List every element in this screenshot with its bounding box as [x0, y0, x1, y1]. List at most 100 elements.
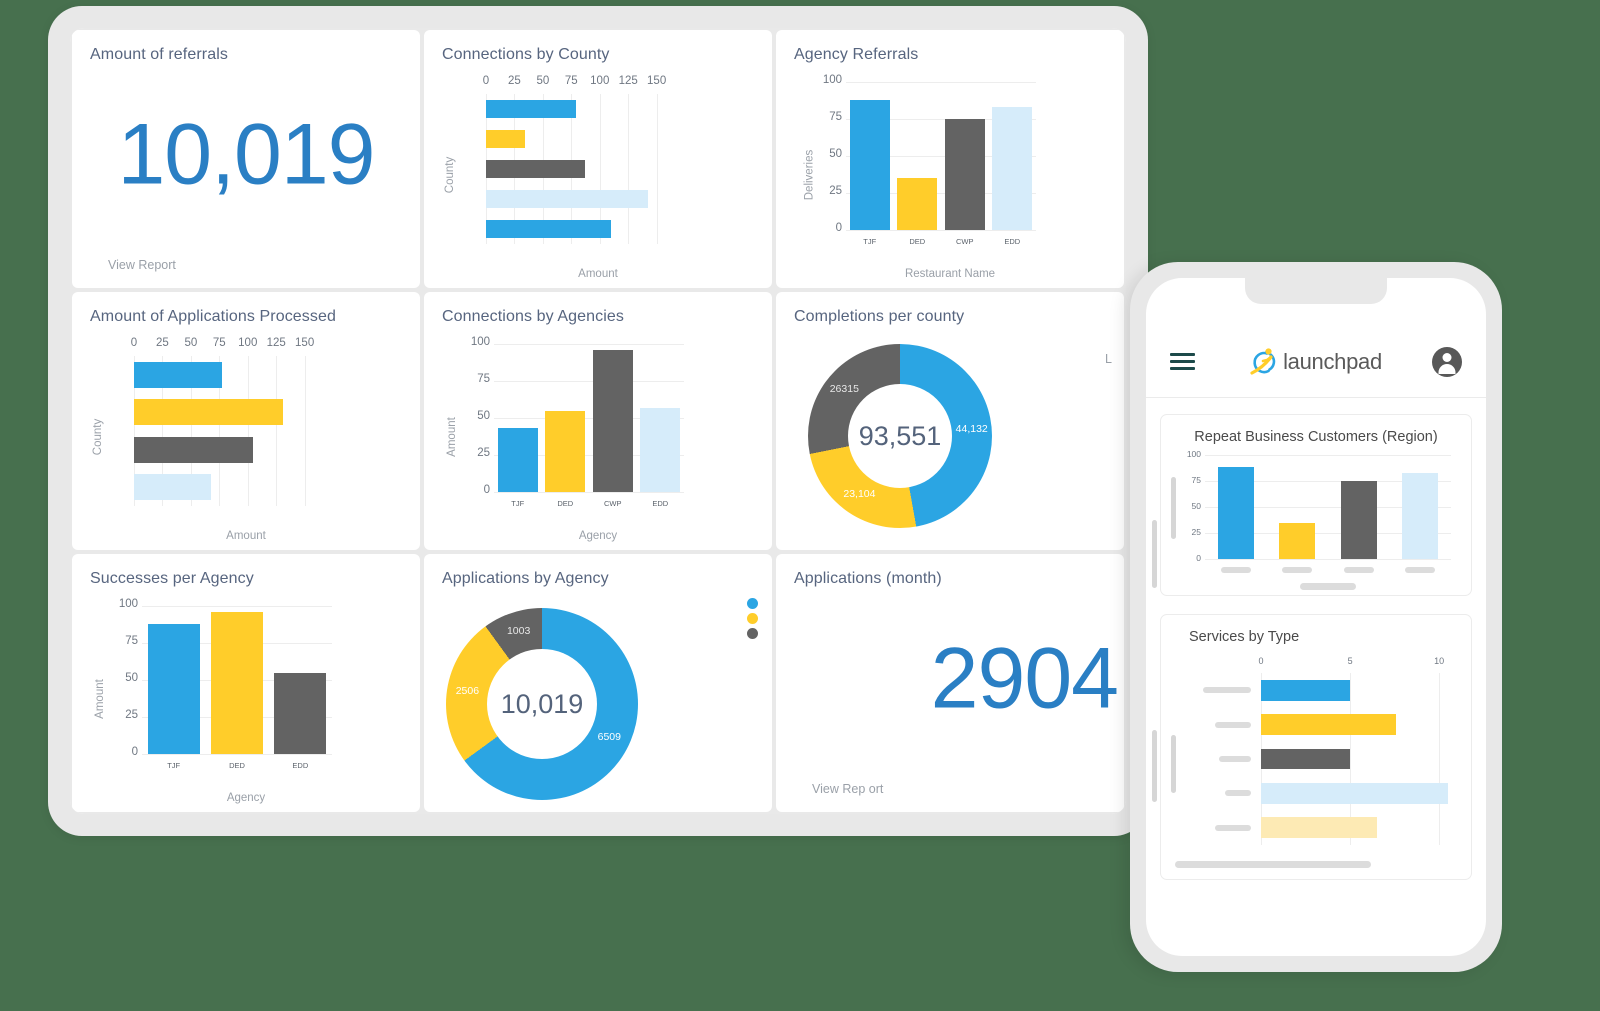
x-axis-label: Agency	[226, 792, 266, 804]
desktop-device-frame: Amount of referrals 10,019 View Report C…	[48, 6, 1148, 836]
x-axis-label: Amount	[578, 268, 618, 280]
card-title: Applications (month)	[794, 570, 942, 587]
axis-tick-label: 100	[1186, 449, 1201, 459]
bar	[640, 407, 681, 492]
axis-tick-label: 10	[1434, 656, 1445, 666]
chart-connections-by-agencies: Amount Agency 0 25 50 75 100 TJF DED CWP EDD	[424, 324, 772, 550]
axis-tick-label: 50	[536, 75, 550, 87]
grid-line	[304, 356, 306, 506]
axis-tick-label: 75	[125, 635, 138, 647]
mobile-scroll-indicator-2[interactable]	[1152, 730, 1157, 802]
mobile-app-header: launchpad	[1146, 326, 1486, 398]
axis-tick-label: 150	[295, 337, 315, 349]
axis-label-placeholder	[1300, 583, 1356, 590]
metric-value: 10,019	[117, 106, 375, 203]
axis-tick-label: 25	[156, 337, 169, 349]
grid-line	[247, 356, 249, 506]
axis-tick-label: 0	[483, 484, 490, 496]
bar	[486, 189, 648, 209]
axis-tick-label: 50	[477, 410, 490, 422]
bar	[1279, 522, 1316, 559]
grid-line	[1439, 673, 1441, 845]
slice-value-label: 26315	[829, 383, 859, 396]
view-report-link[interactable]: View Rep ort	[812, 782, 883, 796]
hamburger-icon[interactable]	[1170, 353, 1195, 370]
mobile-scroll-indicator-1[interactable]	[1152, 520, 1157, 588]
bar	[592, 349, 633, 492]
axis-tick-label: 75	[829, 111, 842, 123]
x-axis-label: Restaurant Name	[904, 268, 996, 280]
y-axis-label: Amount	[445, 417, 458, 457]
category-label-placeholder	[1215, 721, 1251, 728]
bar	[849, 99, 890, 230]
screenshot-stage: Amount of referrals 10,019 View Report C…	[0, 0, 1600, 1011]
axis-tick-label: 0	[1196, 553, 1201, 563]
chart-repeat-business-customers: 0 25 50 75 100	[1161, 445, 1471, 591]
card-connections-by-county[interactable]: Connections by County County Amount 0 25 5…	[424, 30, 772, 288]
donut-total-value: 93,551	[858, 420, 942, 451]
mobile-card-services-by-type[interactable]: Services by Type 0 5 10	[1160, 614, 1472, 880]
chart-scroll-indicator[interactable]	[1171, 735, 1176, 793]
axis-tick-label: 100	[118, 598, 138, 610]
donut-total-value: 10,019	[500, 688, 584, 719]
bar	[897, 178, 938, 230]
category-label-placeholder	[1343, 567, 1374, 573]
chart-legend	[740, 590, 758, 643]
card-title: Repeat Business Customers (Region)	[1194, 429, 1438, 445]
bar	[274, 672, 327, 754]
chart-scroll-indicator[interactable]	[1171, 477, 1176, 539]
axis-tick-label: 0	[1258, 656, 1264, 666]
card-applications-by-agency[interactable]: Applications by Agency 10,019 6509 2506 100…	[424, 554, 772, 812]
brand-logo: launchpad	[1245, 346, 1382, 378]
bar	[211, 611, 263, 754]
card-title: Services by Type	[1189, 629, 1300, 645]
grid-line	[142, 606, 332, 607]
grid-line	[276, 356, 278, 506]
axis-tick-label: 100	[470, 336, 490, 348]
dashboard-grid: Amount of referrals 10,019 View Report C…	[70, 28, 1126, 814]
axis-tick-label: 25	[477, 447, 490, 459]
bar	[497, 428, 538, 492]
bar	[486, 159, 585, 179]
category-label: EDD	[292, 761, 309, 770]
legend-item[interactable]	[740, 613, 758, 624]
view-report-link[interactable]: View Report	[108, 258, 176, 272]
bar	[1261, 783, 1449, 804]
y-axis-label: County	[92, 418, 105, 456]
card-successes-per-agency[interactable]: Successes per Agency Amount Agency 0 25 50…	[72, 554, 420, 812]
bar	[486, 219, 612, 239]
dashboard-screen: Amount of referrals 10,019 View Report C…	[70, 28, 1126, 814]
mobile-card-repeat-business-customers[interactable]: Repeat Business Customers (Region) 0 25 50…	[1160, 414, 1472, 596]
card-completions-per-county[interactable]: Completions per county 93,551 44,132 23,10…	[776, 292, 1124, 550]
axis-tick-label: 0	[131, 746, 138, 758]
legend-item[interactable]	[740, 628, 758, 639]
phone-notch	[1245, 278, 1387, 304]
user-avatar-icon[interactable]	[1432, 346, 1462, 377]
axis-tick-label: 5	[1347, 656, 1353, 666]
axis-tick-label: 50	[829, 148, 842, 160]
category-label-placeholder	[1282, 567, 1313, 573]
axis-tick-label: 125	[266, 337, 286, 349]
card-agency-referrals[interactable]: Agency Referrals Deliveries Restaurant N…	[776, 30, 1124, 288]
chart-applications-processed: County Amount 0 25 50 75 100 125 150	[72, 324, 420, 550]
slice-value-label: 44,132	[955, 422, 988, 435]
axis-tick-label: 0	[130, 337, 138, 349]
card-connections-by-agencies[interactable]: Connections by Agencies Amount Agency 02…	[424, 292, 772, 550]
card-amount-of-referrals[interactable]: Amount of referrals 10,019 View Report	[72, 30, 420, 288]
legend-item[interactable]	[740, 598, 758, 609]
card-amount-of-applications-processed[interactable]: Amount of Applications Processed County …	[72, 292, 420, 550]
bar	[134, 436, 254, 463]
card-applications-month[interactable]: Applications (month) 2904 View Rep ort	[776, 554, 1124, 812]
brand-name: launchpad	[1283, 348, 1382, 374]
axis-tick-label: 50	[1191, 501, 1201, 511]
category-label-placeholder	[1220, 567, 1251, 573]
grid-line	[846, 82, 1036, 83]
chart-connections-by-county: County Amount 0 25 50 75 100 125 150	[424, 62, 772, 288]
legend-color-swatch	[747, 613, 758, 624]
grid-line	[494, 344, 684, 345]
phone-device-frame: launchpad Repeat Business Customers (Reg…	[1130, 262, 1502, 972]
bar	[992, 107, 1033, 230]
slice-value-label: 6509	[597, 731, 621, 744]
bar	[486, 129, 525, 149]
grid-line	[1205, 455, 1451, 456]
